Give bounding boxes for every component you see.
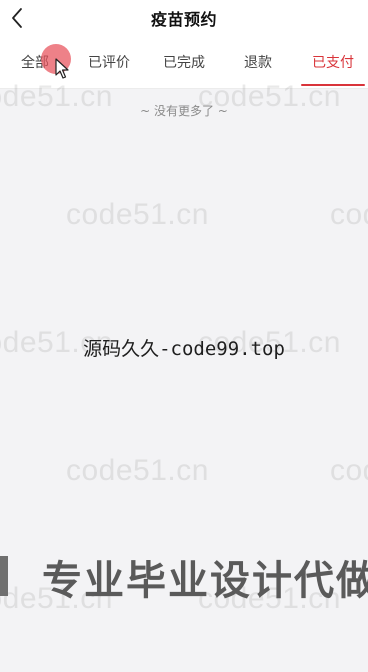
banner-text: 专业毕业设计代做 xyxy=(42,558,368,604)
watermark: code51.cn xyxy=(0,80,113,113)
page-title: 疫苗预约 xyxy=(150,10,217,29)
watermark: code51.cn xyxy=(198,80,341,113)
overlay-source-text: 源码久久-code99.top xyxy=(83,338,285,360)
header-bar: 疫苗预约 xyxy=(0,0,368,38)
watermark: code51.cn xyxy=(66,198,209,231)
promo-banner: 专业毕业设计代做 xyxy=(0,548,368,606)
app-screen: 疫苗预约 全部 已评价 已完成 退款 已支付 ~ 没有更多了 ~ code51.… xyxy=(0,0,368,672)
mouse-cursor-icon xyxy=(55,58,69,79)
watermark: code51.cn xyxy=(330,198,368,231)
banner-accent-bar xyxy=(0,556,8,596)
watermark: code51.cn xyxy=(66,454,209,487)
watermark: code51.cn xyxy=(330,454,368,487)
